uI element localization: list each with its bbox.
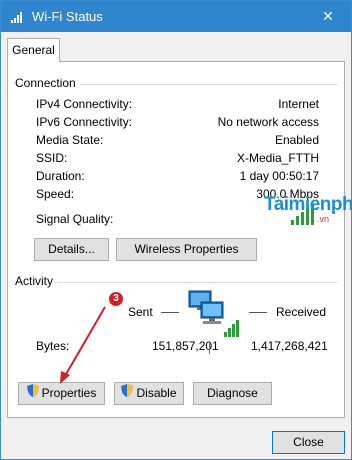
- watermark-brand: Taimienphi: [264, 194, 352, 215]
- close-icon[interactable]: ✕: [311, 1, 345, 32]
- tab-general[interactable]: General: [7, 38, 60, 62]
- step-badge: 3: [109, 292, 123, 306]
- title-bar: Wi-Fi Status ✕: [1, 1, 351, 32]
- annotation-arrow: [60, 306, 106, 384]
- general-tab-panel: Connection IPv4 Connectivity: Internet I…: [7, 61, 345, 418]
- wifi-status-icon: [10, 10, 24, 24]
- watermark-suffix: .vn: [317, 214, 330, 224]
- dialog-footer: Close: [1, 421, 351, 459]
- wifi-status-window: Wi-Fi Status ✕ General Connection IPv4 C…: [0, 0, 352, 460]
- close-button[interactable]: Close: [272, 431, 345, 454]
- window-title: Wi-Fi Status: [32, 9, 103, 24]
